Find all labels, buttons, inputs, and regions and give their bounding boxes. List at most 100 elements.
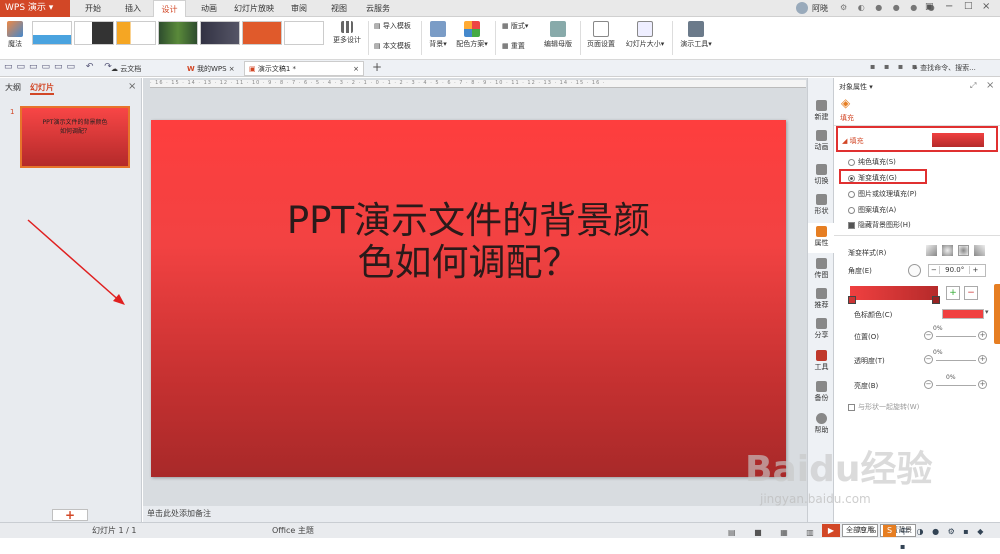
- side-tool-animation[interactable]: 动画: [808, 130, 835, 152]
- design-thumb-4[interactable]: [158, 21, 198, 45]
- maximize-icon[interactable]: □: [964, 1, 973, 11]
- background-button[interactable]: 背景▾: [426, 21, 450, 49]
- tab-cloud[interactable]: 云服务: [360, 0, 396, 17]
- tray-icons[interactable]: 中 ◑ ● ⚙ ▪ ◆ ▪: [900, 524, 1000, 554]
- radio-solid-fill[interactable]: 纯色填充(S): [848, 157, 896, 167]
- quick-icons[interactable]: ▭▭▭▭▭▭ ↶ ↷: [4, 62, 116, 72]
- design-thumb-2[interactable]: [74, 21, 114, 45]
- side-tool-backup[interactable]: 备份: [808, 381, 835, 403]
- design-thumb-3[interactable]: [116, 21, 156, 45]
- chevron-down-icon[interactable]: ▾: [985, 308, 989, 316]
- reset-button[interactable]: ▦ 重置: [502, 41, 525, 51]
- ime-icon[interactable]: S: [883, 525, 896, 537]
- app-menu-button[interactable]: WPS 演示 ▾: [0, 0, 70, 17]
- tab-insert[interactable]: 插入: [118, 0, 148, 17]
- close-icon[interactable]: ×: [982, 1, 990, 12]
- tab-design[interactable]: 设计: [153, 0, 186, 17]
- angle-dial[interactable]: [908, 264, 921, 277]
- close-tab-icon[interactable]: ×: [353, 62, 359, 77]
- panel-pin-icon[interactable]: ⤢: [970, 81, 976, 91]
- side-tool-share[interactable]: 分享: [808, 318, 835, 340]
- add-stop-icon[interactable]: +: [946, 286, 960, 300]
- search-input[interactable]: ⌕ 查找命令、搜索...: [914, 63, 976, 73]
- brightness-slider[interactable]: [936, 385, 976, 386]
- tab-animation[interactable]: 动画: [194, 0, 224, 17]
- edit-master-button[interactable]: 编辑母版: [540, 21, 576, 49]
- tab-view[interactable]: 视图: [324, 0, 354, 17]
- brightness-minus[interactable]: −: [924, 380, 933, 389]
- side-tool-recommend[interactable]: 推荐: [808, 288, 835, 310]
- tab-start[interactable]: 开始: [78, 0, 108, 17]
- slide-size-button[interactable]: 幻灯片大小▾: [622, 21, 668, 49]
- side-tool-new[interactable]: 新建: [808, 100, 835, 122]
- page-setup-button[interactable]: 页面设置: [584, 21, 618, 49]
- slide-thumbnail[interactable]: PPT演示文件的背景颜色如何调配？: [20, 106, 130, 168]
- title-icons[interactable]: ⚙ ◐ ● ● ● ●: [840, 3, 939, 12]
- radio-picture-fill[interactable]: 图片或纹理填充(P): [848, 189, 917, 199]
- design-thumb-1[interactable]: [32, 21, 72, 45]
- transparency-minus[interactable]: −: [924, 355, 933, 364]
- add-slide-button[interactable]: +: [52, 509, 88, 521]
- position-plus[interactable]: +: [978, 331, 987, 340]
- position-minus[interactable]: −: [924, 331, 933, 340]
- angle-decrement[interactable]: −: [929, 266, 940, 274]
- tab-slides[interactable]: 幻灯片: [30, 82, 54, 95]
- tab-outline[interactable]: 大纲: [5, 82, 21, 93]
- delete-stop-icon[interactable]: −: [964, 286, 978, 300]
- gradient-style-linear[interactable]: [926, 245, 937, 256]
- quickbar-right-icons[interactable]: ▪ ▪ ▪ ▪: [870, 62, 920, 71]
- gradient-bar[interactable]: [850, 286, 938, 300]
- slide-title[interactable]: PPT演示文件的背景颜 色如何调配？: [151, 200, 786, 284]
- side-tool-upload[interactable]: 传图: [808, 258, 835, 280]
- tab-review[interactable]: 审阅: [284, 0, 314, 17]
- position-slider[interactable]: [936, 336, 976, 337]
- hide-bg-shapes-checkbox[interactable]: 隐藏背景图形(H): [848, 220, 911, 230]
- radio-pattern-fill[interactable]: 图案填充(A): [848, 205, 896, 215]
- side-tool-transition[interactable]: 切换: [808, 164, 835, 186]
- fill-section-header[interactable]: ◢ 填充: [842, 136, 864, 146]
- new-tab-button[interactable]: +: [372, 60, 382, 74]
- zoom-value[interactable]: 79 %: [856, 523, 876, 538]
- paint-bucket-icon[interactable]: ◈: [841, 96, 855, 110]
- doc-tab-cloud[interactable]: ☁ 云文档: [106, 61, 146, 76]
- side-tool-properties[interactable]: 属性: [808, 223, 835, 253]
- transparency-slider[interactable]: [936, 360, 976, 361]
- doc-tab-mywps[interactable]: W 我的WPS ×: [182, 61, 240, 76]
- avatar[interactable]: [796, 2, 808, 14]
- stop-color-swatch[interactable]: [942, 309, 984, 319]
- gradient-stop-left[interactable]: [848, 296, 856, 304]
- doc-tab-presentation[interactable]: ▣ 演示文稿1 * ×: [244, 61, 364, 76]
- angle-input[interactable]: − 90.0° +: [928, 264, 986, 277]
- minimize-icon[interactable]: −: [945, 1, 953, 12]
- fill-tab[interactable]: 填充: [840, 113, 854, 123]
- side-tool-help[interactable]: 帮助: [808, 413, 835, 435]
- more-design-button[interactable]: 更多设计: [330, 21, 364, 45]
- rotate-with-shape-checkbox[interactable]: 与形状一起旋转(W): [848, 402, 919, 412]
- brightness-plus[interactable]: +: [978, 380, 987, 389]
- panel-close-icon[interactable]: ×: [986, 80, 994, 91]
- design-thumb-7[interactable]: [284, 21, 324, 45]
- radio-gradient-fill[interactable]: 渐变填充(G): [848, 173, 897, 183]
- user-name[interactable]: 阿晓: [812, 3, 828, 14]
- close-panel-icon[interactable]: ×: [128, 81, 136, 92]
- gradient-style-path[interactable]: [974, 245, 985, 256]
- design-thumb-5[interactable]: [200, 21, 240, 45]
- import-template-button[interactable]: ▤ 导入模板: [374, 21, 411, 31]
- magic-button[interactable]: 魔法: [4, 21, 26, 49]
- demo-tools-button[interactable]: 演示工具▾: [676, 21, 716, 49]
- side-tool-shape[interactable]: 形状: [808, 194, 835, 216]
- gradient-style-radial[interactable]: [942, 245, 953, 256]
- play-slideshow-button[interactable]: ▶: [822, 524, 840, 537]
- restore-icon[interactable]: ▣: [925, 2, 934, 12]
- slide-canvas[interactable]: PPT演示文件的背景颜 色如何调配？: [151, 120, 786, 477]
- side-tool-tools[interactable]: 工具: [808, 350, 835, 372]
- gradient-style-rect[interactable]: [958, 245, 969, 256]
- gradient-stop-right[interactable]: [932, 296, 940, 304]
- transparency-plus[interactable]: +: [978, 355, 987, 364]
- text-template-button[interactable]: ▤ 本文模板: [374, 41, 411, 51]
- panel-collapse-handle[interactable]: [994, 284, 1000, 344]
- panel-header[interactable]: 对象属性 ▾: [839, 82, 873, 92]
- design-thumb-6[interactable]: [242, 21, 282, 45]
- tab-slideshow[interactable]: 幻灯片放映: [230, 0, 278, 17]
- color-scheme-button[interactable]: 配色方案▾: [454, 21, 490, 49]
